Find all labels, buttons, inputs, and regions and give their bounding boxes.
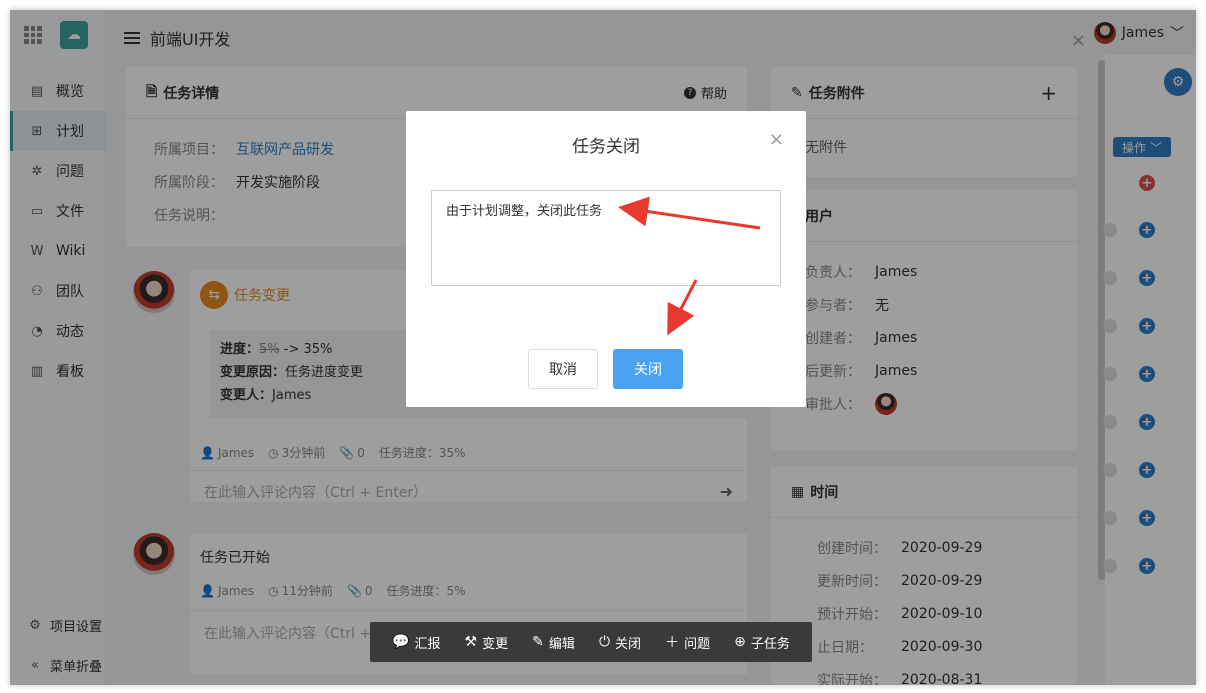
dialog-title: 任务关闭 bbox=[572, 137, 640, 157]
toolbar-label: 汇报 bbox=[414, 636, 441, 652]
edit-icon: ✎ bbox=[532, 634, 544, 650]
edit-button[interactable]: ✎ 编辑 bbox=[532, 633, 575, 652]
app-window: ☁ ▤ 概览 ⊞ 计划 ✲ 问题 ▭ 文件 W Wiki ⚇ 团队 ◔ 动态 ▥ 看板 ⚙ 项目设… bbox=[10, 10, 1196, 685]
close-icon[interactable]: × bbox=[769, 129, 784, 150]
power-icon: ⏻ bbox=[598, 634, 611, 650]
toolbar-label: 关闭 bbox=[615, 636, 642, 652]
report-button[interactable]: 💬 汇报 bbox=[392, 633, 440, 652]
chat-icon: 💬 bbox=[392, 634, 410, 650]
plus-circle-icon: ⊕ bbox=[734, 634, 746, 650]
add-subtask-button[interactable]: ⊕ 子任务 bbox=[734, 633, 790, 652]
toolbar-label: 编辑 bbox=[548, 636, 575, 652]
toolbar-label: 问题 bbox=[684, 636, 711, 652]
toolbar-label: 变更 bbox=[482, 636, 509, 652]
confirm-close-button[interactable]: 关闭 bbox=[613, 349, 683, 389]
add-issue-button[interactable]: ＋问题 bbox=[665, 632, 710, 652]
change-button[interactable]: ⚒ 变更 bbox=[465, 633, 509, 652]
close-task-button[interactable]: ⏻ 关闭 bbox=[599, 633, 641, 652]
toolbar-label: 子任务 bbox=[750, 636, 790, 652]
close-task-dialog: 任务关闭 × 由于计划调整，关闭此任务 取消 关闭 bbox=[406, 111, 806, 407]
close-reason-textarea[interactable]: 由于计划调整，关闭此任务 bbox=[431, 190, 781, 286]
cancel-button[interactable]: 取消 bbox=[528, 349, 598, 389]
plus-icon: ＋ bbox=[665, 635, 680, 651]
hammer-icon: ⚒ bbox=[464, 634, 478, 650]
action-toolbar: 💬 汇报 ⚒ 变更 ✎ 编辑 ⏻ 关闭 ＋问题 ⊕ 子任务 bbox=[370, 622, 812, 662]
